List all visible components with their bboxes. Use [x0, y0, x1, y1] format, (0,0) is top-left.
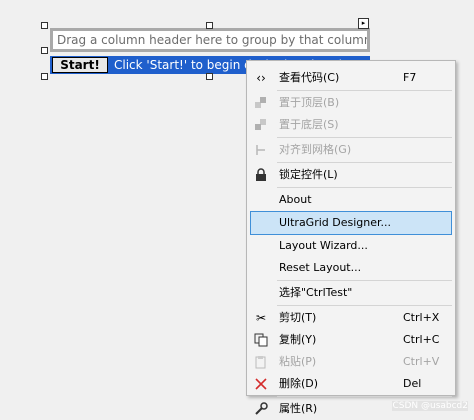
menu-item-view-code[interactable]: ‹› 查看代码(C) F7 — [247, 67, 455, 89]
menu-item-copy[interactable]: 复制(Y) Ctrl+C — [247, 329, 455, 351]
menu-item-bring-to-front[interactable]: 置于顶层(B) — [247, 92, 455, 114]
watermark: CSDN @usabcd2 — [392, 401, 468, 411]
menu-separator — [277, 137, 452, 138]
menu-item-delete[interactable]: 删除(D) Del — [247, 373, 455, 395]
wrench-icon — [253, 401, 269, 417]
start-button[interactable]: Start! — [52, 57, 108, 73]
menu-item-about[interactable]: About — [247, 189, 455, 211]
code-icon: ‹› — [256, 71, 266, 85]
menu-item-label: 剪切(T) — [279, 311, 317, 324]
menu-item-ultragrid-designer[interactable]: UltraGrid Designer... — [250, 211, 452, 235]
menu-separator — [277, 396, 452, 397]
bring-to-front-icon — [253, 95, 269, 111]
menu-item-label: 删除(D) — [279, 377, 319, 390]
paste-icon — [253, 354, 269, 370]
menu-item-label: 查看代码(C) — [279, 71, 340, 84]
menu-item-lock-controls[interactable]: 锁定控件(L) — [247, 164, 455, 186]
resize-handle-bottom-left[interactable] — [41, 73, 48, 80]
menu-item-layout-wizard[interactable]: Layout Wizard... — [247, 235, 455, 257]
menu-item-label: 复制(Y) — [279, 333, 317, 346]
menu-item-label: 选择"CtrlTest" — [279, 286, 353, 299]
menu-item-label: Layout Wizard... — [279, 239, 368, 252]
menu-item-shortcut: Ctrl+C — [403, 333, 440, 346]
menu-item-label: 锁定控件(L) — [279, 168, 338, 181]
smart-tag-arrow-icon[interactable]: ▸ — [358, 18, 369, 29]
menu-item-shortcut: Ctrl+X — [403, 311, 440, 324]
menu-item-label: Reset Layout... — [279, 261, 362, 274]
resize-handle-top-left[interactable] — [41, 22, 48, 29]
send-to-back-icon — [253, 117, 269, 133]
resize-handle-bottom-center[interactable] — [206, 73, 213, 80]
menu-item-select-ctrltest[interactable]: 选择"CtrlTest" — [247, 282, 455, 304]
menu-item-shortcut: Ctrl+V — [403, 355, 440, 368]
menu-item-shortcut: Del — [403, 377, 422, 390]
menu-item-label: UltraGrid Designer... — [279, 216, 392, 229]
menu-item-label: 属性(R) — [279, 402, 318, 415]
context-menu: ‹› 查看代码(C) F7 置于顶层(B) 置于底层(S) 对齐到网格(G) 锁… — [246, 60, 456, 415]
lock-icon — [253, 167, 269, 183]
menu-item-label: 置于底层(S) — [279, 118, 339, 131]
scissors-icon: ✂ — [255, 311, 267, 325]
resize-handle-middle-left[interactable] — [41, 47, 48, 54]
menu-separator — [277, 90, 452, 91]
resize-handle-top-center[interactable] — [206, 22, 213, 29]
align-grid-icon — [253, 142, 269, 158]
menu-separator — [277, 187, 452, 188]
menu-item-label: 粘贴(P) — [279, 355, 317, 368]
delete-icon — [253, 376, 269, 392]
menu-item-paste[interactable]: 粘贴(P) Ctrl+V — [247, 351, 455, 373]
menu-separator — [277, 305, 452, 306]
copy-icon — [253, 332, 269, 348]
group-by-box[interactable]: Drag a column header here to group by th… — [50, 28, 370, 52]
menu-item-label: 对齐到网格(G) — [279, 143, 352, 156]
menu-item-cut[interactable]: ✂ 剪切(T) Ctrl+X — [247, 307, 455, 329]
menu-item-label: 置于顶层(B) — [279, 96, 340, 109]
menu-item-send-to-back[interactable]: 置于底层(S) — [247, 114, 455, 136]
menu-item-label: About — [279, 193, 312, 206]
menu-item-reset-layout[interactable]: Reset Layout... — [247, 257, 455, 279]
menu-item-shortcut: F7 — [403, 71, 417, 84]
menu-separator — [277, 280, 452, 281]
menu-item-align-to-grid[interactable]: 对齐到网格(G) — [247, 139, 455, 161]
menu-separator — [277, 162, 452, 163]
